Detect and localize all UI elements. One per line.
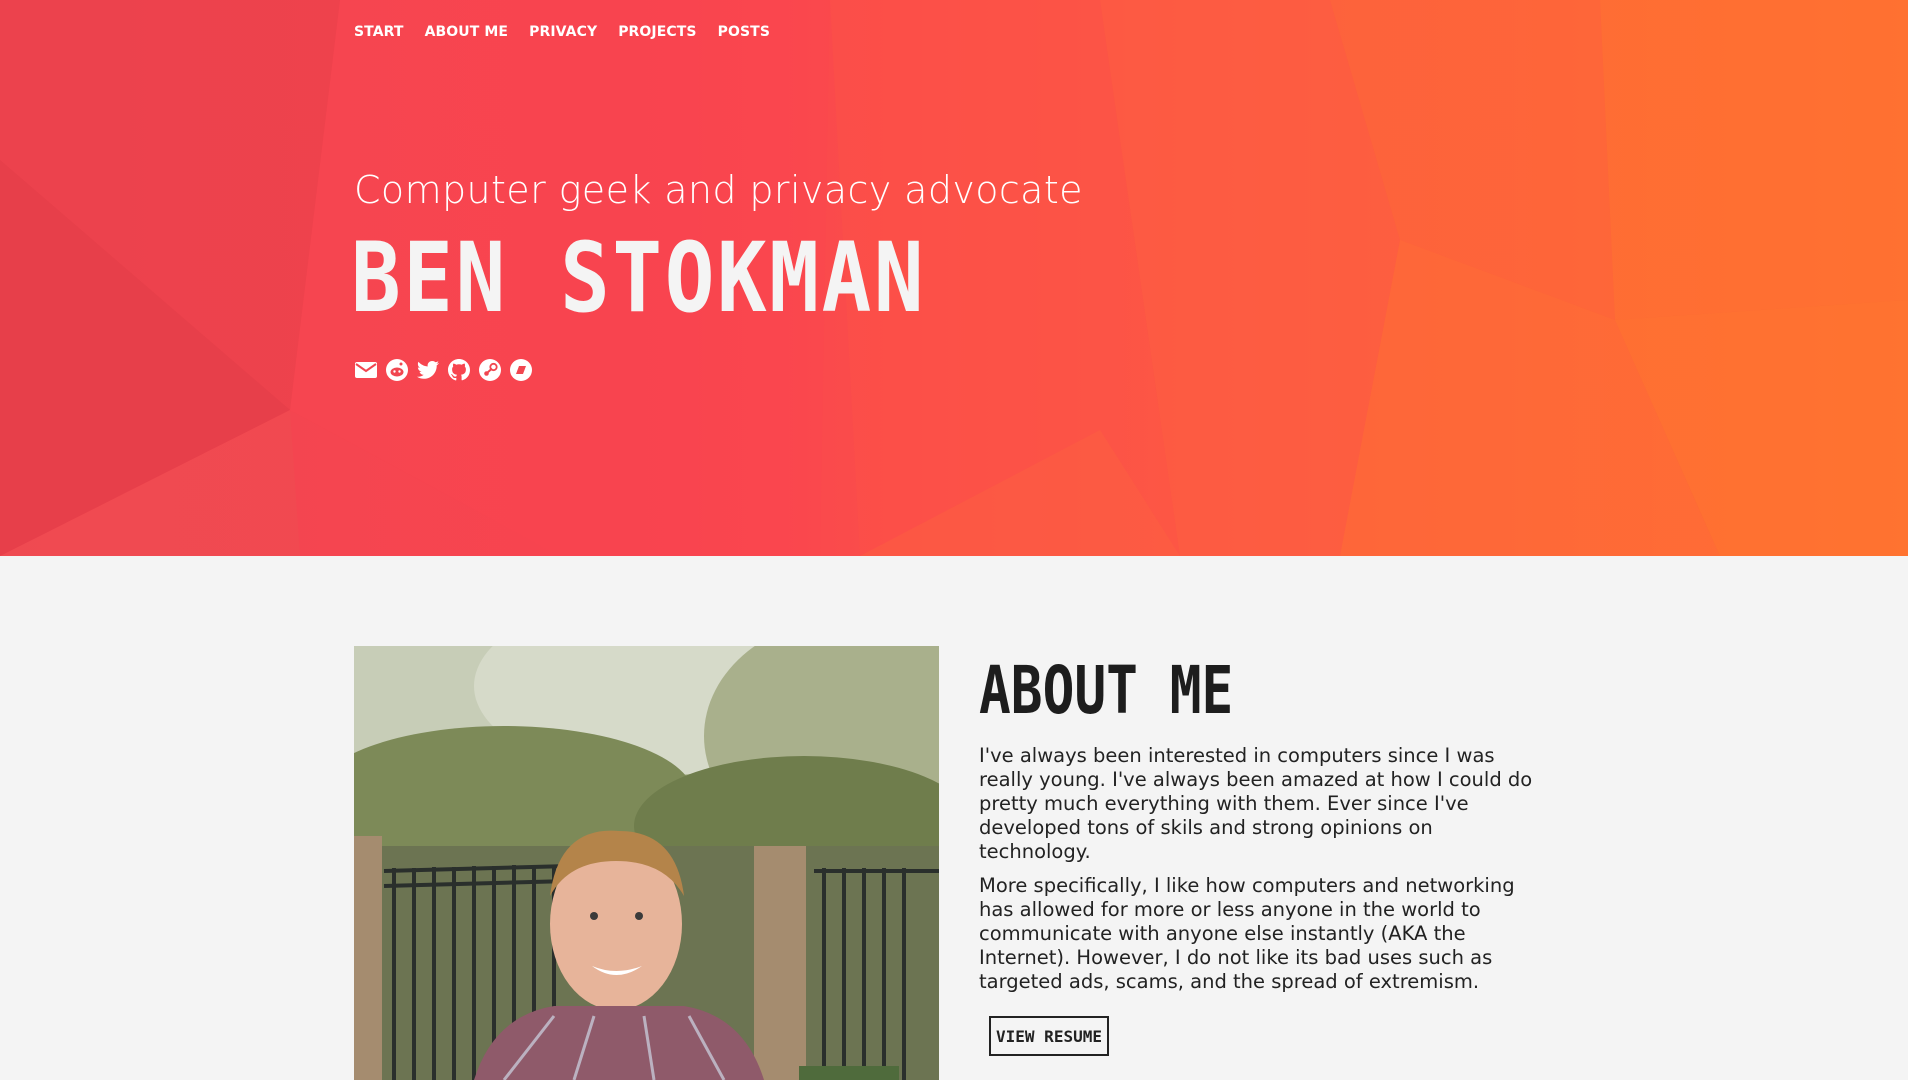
nav-posts[interactable]: POSTS bbox=[718, 24, 770, 40]
about-paragraph-2: More specifically, I like how computers … bbox=[979, 874, 1515, 993]
hero-banner: START ABOUT ME PRIVACY PROJECTS POSTS Co… bbox=[0, 0, 1908, 556]
view-resume-button[interactable]: VIEW RESUME bbox=[989, 1016, 1109, 1056]
twitter-icon[interactable] bbox=[416, 358, 440, 382]
about-title: ABOUT ME bbox=[979, 652, 1234, 729]
reddit-icon[interactable] bbox=[385, 358, 409, 382]
email-icon[interactable] bbox=[354, 358, 378, 382]
about-body: I've always been interested in computers… bbox=[979, 744, 1549, 1004]
main-nav: START ABOUT ME PRIVACY PROJECTS POSTS bbox=[354, 24, 770, 40]
nav-privacy[interactable]: PRIVACY bbox=[529, 24, 597, 40]
about-paragraph-1: I've always been interested in computers… bbox=[979, 744, 1533, 863]
steam-icon[interactable] bbox=[478, 358, 502, 382]
hero-name: BEN STOKMAN bbox=[351, 222, 927, 334]
nav-about-me[interactable]: ABOUT ME bbox=[425, 24, 509, 40]
nav-start[interactable]: START bbox=[354, 24, 404, 40]
keybase-icon[interactable] bbox=[509, 358, 533, 382]
hero-tagline: Computer geek and privacy advocate bbox=[354, 168, 1083, 212]
low-poly-background bbox=[0, 0, 1908, 556]
social-links bbox=[354, 358, 533, 382]
nav-projects[interactable]: PROJECTS bbox=[618, 24, 696, 40]
github-icon[interactable] bbox=[447, 358, 471, 382]
profile-photo bbox=[354, 646, 939, 1080]
